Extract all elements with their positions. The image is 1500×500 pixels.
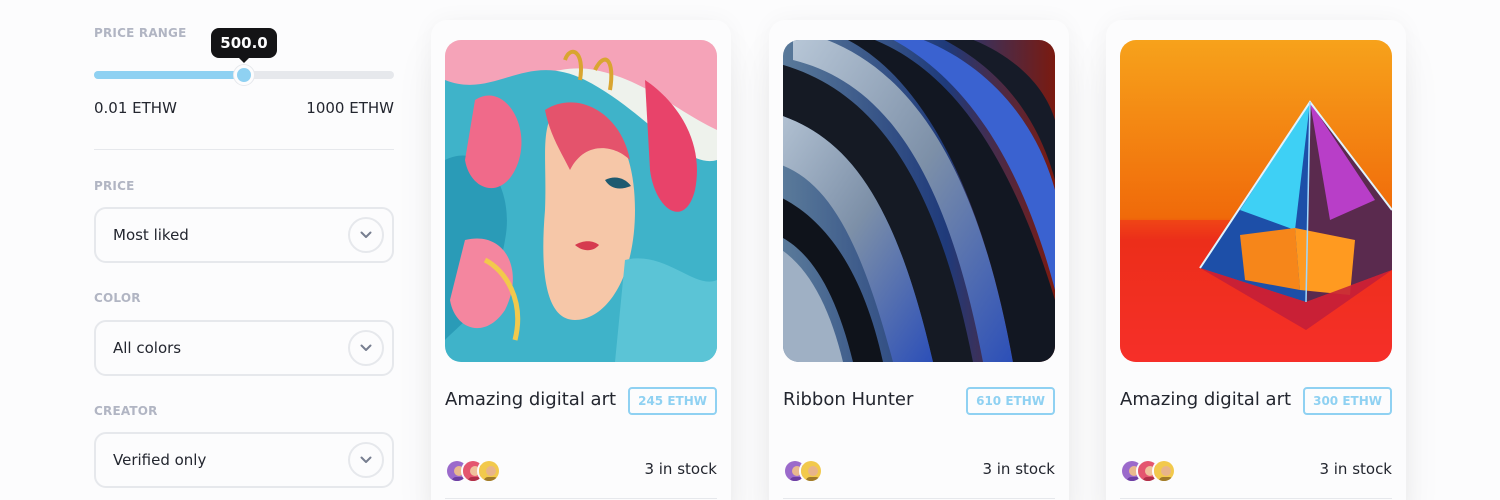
nft-title[interactable]: Amazing digital art (1120, 386, 1295, 414)
creator-value: Verified only (113, 451, 207, 469)
creator-label: CREATOR (94, 404, 158, 418)
divider (445, 498, 717, 499)
slider-value-tooltip: 500.0 (211, 28, 277, 63)
slider-fill (94, 71, 244, 79)
avatar[interactable] (477, 459, 501, 483)
price-range-label: PRICE RANGE (94, 26, 187, 40)
stock-count: 3 in stock (1319, 460, 1392, 478)
nft-card[interactable]: Amazing digital art 245 ETHW 3 in stock (431, 20, 731, 500)
nft-card[interactable]: Amazing digital art 300 ETHW 3 in stock (1106, 20, 1406, 500)
price-badge: 300 ETHW (1303, 387, 1392, 415)
nft-image-metal-ribbons[interactable] (783, 40, 1055, 362)
nft-image-prism-pyramid[interactable] (1120, 40, 1392, 362)
color-select[interactable]: All colors (94, 320, 394, 376)
stock-count: 3 in stock (982, 460, 1055, 478)
avatar[interactable] (1152, 459, 1176, 483)
price-sort-select[interactable]: Most liked (94, 207, 394, 263)
divider (783, 498, 1055, 499)
divider (1120, 498, 1392, 499)
range-max-label: 1000 ETHW (306, 99, 394, 117)
nft-title[interactable]: Ribbon Hunter (783, 386, 958, 414)
chevron-down-icon (348, 330, 384, 366)
stock-count: 3 in stock (644, 460, 717, 478)
owner-avatars (1120, 459, 1176, 483)
price-badge: 245 ETHW (628, 387, 717, 415)
chevron-down-icon (348, 217, 384, 253)
price-label: PRICE (94, 179, 135, 193)
range-min-label: 0.01 ETHW (94, 99, 177, 117)
nft-card[interactable]: Ribbon Hunter 610 ETHW 3 in stock (769, 20, 1069, 500)
nft-image-watercolor-portrait[interactable] (445, 40, 717, 362)
creator-select[interactable]: Verified only (94, 432, 394, 488)
slider-thumb[interactable] (234, 65, 254, 85)
chevron-down-icon (348, 442, 384, 478)
avatar[interactable] (799, 459, 823, 483)
price-sort-value: Most liked (113, 226, 189, 244)
price-badge: 610 ETHW (966, 387, 1055, 415)
color-label: COLOR (94, 291, 141, 305)
price-range-slider[interactable] (94, 65, 394, 85)
divider (94, 149, 394, 150)
owner-avatars (783, 459, 823, 483)
color-value: All colors (113, 339, 182, 357)
nft-title[interactable]: Amazing digital art (445, 386, 620, 414)
owner-avatars (445, 459, 501, 483)
